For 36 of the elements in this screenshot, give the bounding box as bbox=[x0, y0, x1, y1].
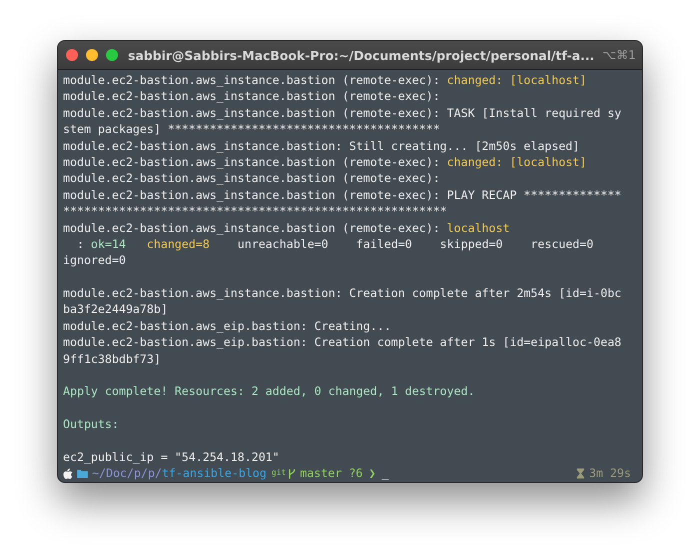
terminal-line: Apply complete! Resources: 2 added, 0 changed, 1 destroyed. bbox=[63, 383, 476, 400]
text-cursor: _ bbox=[382, 465, 389, 482]
window-title: sabbir@Sabbirs-MacBook-Pro:~/Documents/project/personal/tf-a... bbox=[128, 48, 594, 62]
zoom-button[interactable] bbox=[106, 49, 118, 61]
terminal-line: module.ec2-bastion.aws_instance.bastion: Creation complete after 2m54s [id=i-0bc bbox=[63, 285, 622, 302]
apple-icon bbox=[63, 468, 73, 480]
terminal-line: module.ec2-bastion.aws_instance.bastion (remote-exec): localhost bbox=[63, 220, 511, 236]
directory-name: tf-ansible-blog bbox=[162, 465, 267, 482]
terminal-line: : ok=14 changed=8 unreachable=0 failed=0 skipped=0 rescued=0 bbox=[76, 236, 594, 252]
minimize-button[interactable] bbox=[86, 49, 98, 61]
prompt-chevron: ❯ bbox=[368, 465, 376, 482]
vcs-label: git bbox=[272, 467, 286, 480]
terminal-line: module.ec2-bastion.aws_instance.bastion: Still creating... [2m50s elapsed] bbox=[63, 138, 581, 154]
terminal-line: module.ec2-bastion.aws_eip.bastion: Creation complete after 1s [id=eipalloc-0ea8 bbox=[63, 334, 622, 351]
path-text: ~/Doc/p/p/ bbox=[92, 465, 162, 482]
terminal-line: ba3f2e2449a78b] bbox=[63, 301, 169, 318]
shortcut-label: ⌥⌘1 bbox=[602, 48, 636, 62]
branch-icon bbox=[288, 468, 296, 480]
terminal-line: Outputs: bbox=[63, 416, 120, 433]
terminal-line: stem packages] *************************************** bbox=[63, 121, 441, 138]
branch-status: master ?6 bbox=[300, 465, 363, 482]
hourglass-icon bbox=[576, 468, 586, 480]
terminal-line: module.ec2-bastion.aws_instance.bastion (remote-exec): changed: [localhost] bbox=[63, 154, 588, 170]
terminal-line: module.ec2-bastion.aws_instance.bastion (remote-exec): bbox=[63, 170, 441, 187]
terminal-line: ec2_public_ip = "54.254.18.201" bbox=[63, 448, 280, 466]
terminal-line: module.ec2-bastion.aws_eip.bastion: Creating... bbox=[63, 318, 392, 334]
terminal-line: module.ec2-bastion.aws_instance.bastion (remote-exec): TASK [Install required sy bbox=[63, 104, 622, 122]
terminal-line: ******************************************************* bbox=[63, 203, 448, 220]
folder-icon bbox=[77, 469, 88, 478]
terminal-line: ignored=0 bbox=[63, 252, 127, 269]
terminal-line: module.ec2-bastion.aws_instance.bastion (remote-exec): PLAY RECAP ************** bbox=[63, 186, 622, 204]
terminal-line: module.ec2-bastion.aws_instance.bastion (remote-exec): changed: [localhost] bbox=[63, 72, 588, 88]
close-button[interactable] bbox=[66, 49, 78, 61]
elapsed-time: 3m 29s bbox=[589, 465, 631, 482]
terminal-line: module.ec2-bastion.aws_instance.bastion (remote-exec): bbox=[63, 88, 441, 105]
terminal-line: 9ff1c38bdbf73] bbox=[63, 350, 162, 368]
